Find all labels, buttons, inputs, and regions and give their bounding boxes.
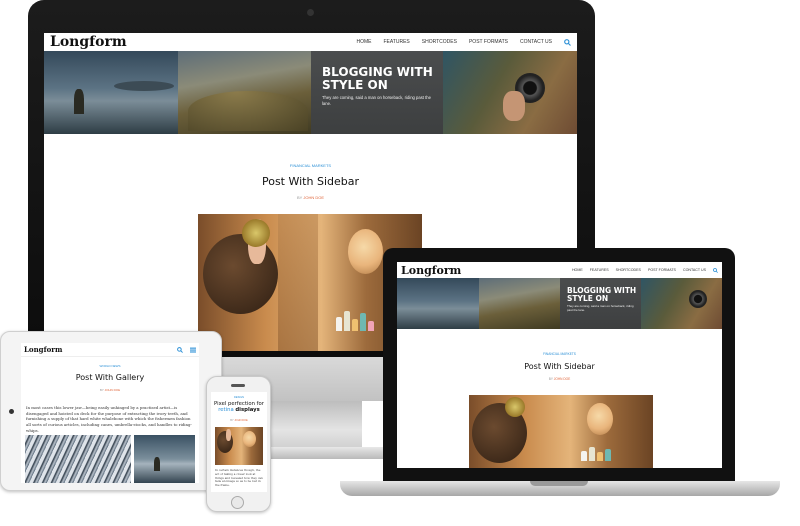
byline-by: BY bbox=[99, 388, 104, 392]
gallery-image-lake bbox=[134, 435, 195, 483]
post-title[interactable]: Post With Sidebar bbox=[44, 175, 577, 188]
hero-camera-image bbox=[443, 51, 577, 134]
monitor-camera bbox=[307, 9, 314, 16]
hero-lake-image bbox=[44, 51, 178, 134]
phone-post-category[interactable]: DESIGN bbox=[211, 396, 267, 399]
post-author[interactable]: JOHN DOE bbox=[303, 195, 324, 200]
search-icon[interactable] bbox=[564, 38, 571, 46]
hero-lake-image bbox=[397, 278, 479, 329]
nav-home[interactable]: HOME bbox=[356, 39, 371, 45]
laptop-post-category[interactable]: FINANCIAL MARKETS bbox=[397, 352, 722, 356]
tablet-site-logo[interactable]: Longform bbox=[24, 345, 62, 354]
laptop-notch bbox=[530, 481, 588, 486]
phone-speaker bbox=[231, 384, 245, 387]
tablet-screen: Longform WORLD NEWS Post With Gallery BY… bbox=[21, 343, 199, 483]
phone-post-byline: BY JOHN DOE bbox=[211, 419, 267, 422]
phone-home-button[interactable] bbox=[231, 496, 244, 509]
laptop-site-logo[interactable]: Longform bbox=[401, 264, 461, 277]
laptop-hero-banner: BLOGGING WITH STYLE ON They are coming, … bbox=[397, 278, 722, 329]
laptop-main-nav: HOME FEATURES SHORTCODES POST FORMATS CO… bbox=[572, 267, 718, 273]
phone-title-line2: retina displays bbox=[211, 407, 267, 413]
laptop-post-title[interactable]: Post With Sidebar bbox=[397, 362, 722, 371]
search-icon[interactable] bbox=[713, 267, 718, 273]
search-icon[interactable] bbox=[177, 346, 183, 353]
laptop-nav-features[interactable]: FEATURES bbox=[590, 268, 609, 272]
tablet-home-button[interactable] bbox=[9, 409, 14, 414]
tablet-post-byline: BY JOHN DOE bbox=[21, 388, 199, 392]
hero-camera-image bbox=[641, 278, 722, 329]
laptop-post-featured-image bbox=[469, 395, 653, 468]
phone-post-excerpt: In certain instances though, the act of … bbox=[215, 468, 263, 488]
laptop-hero-caption: BLOGGING WITH STYLE ON They are coming, … bbox=[567, 287, 639, 313]
tablet-post-category[interactable]: WORLD NEWS bbox=[21, 364, 199, 368]
byline-by: BY bbox=[548, 377, 553, 381]
hamburger-icon[interactable] bbox=[190, 347, 196, 353]
hero-subtitle: They are coming, said a man on horseback… bbox=[322, 95, 431, 106]
tablet-site-header: Longform bbox=[21, 343, 199, 357]
gallery-image-architecture bbox=[25, 435, 131, 483]
phone-title-displays: displays bbox=[235, 407, 260, 414]
laptop-nav-home[interactable]: HOME bbox=[572, 268, 583, 272]
tablet-header-icons bbox=[177, 346, 196, 353]
laptop-site-header: Longform HOME FEATURES SHORTCODES POST F… bbox=[397, 262, 722, 278]
monitor-stand bbox=[262, 401, 362, 449]
laptop-nav-contact-us[interactable]: CONTACT US bbox=[683, 268, 706, 272]
site-logo[interactable]: Longform bbox=[50, 34, 127, 50]
hero-hills-image bbox=[178, 51, 311, 134]
phone-post-title[interactable]: Pixel perfection for retina displays bbox=[211, 401, 267, 414]
laptop-nav-shortcodes[interactable]: SHORTCODES bbox=[616, 268, 641, 272]
hero-caption: BLOGGING WITH STYLE ON They are coming, … bbox=[322, 66, 440, 106]
nav-post-formats[interactable]: POST FORMATS bbox=[469, 39, 508, 45]
tablet-post-title[interactable]: Post With Gallery bbox=[21, 373, 199, 382]
main-nav: HOME FEATURES SHORTCODES POST FORMATS CO… bbox=[356, 38, 571, 46]
post-category[interactable]: FINANCIAL MARKETS bbox=[44, 163, 577, 168]
tablet-post-excerpt: In most cases this lower jaw—being easil… bbox=[26, 405, 192, 433]
nav-shortcodes[interactable]: SHORTCODES bbox=[422, 39, 457, 45]
hero-title: BLOGGING WITH STYLE ON bbox=[322, 65, 433, 92]
phone-post-featured-image bbox=[215, 427, 263, 465]
nav-features[interactable]: FEATURES bbox=[383, 39, 409, 45]
tablet-post-author[interactable]: JOHN DOE bbox=[105, 388, 121, 392]
byline-by: BY bbox=[296, 195, 303, 200]
hero-banner: BLOGGING WITH STYLE ON They are coming, … bbox=[44, 51, 577, 134]
laptop-screen: Longform HOME FEATURES SHORTCODES POST F… bbox=[397, 262, 722, 468]
laptop-nav-post-formats[interactable]: POST FORMATS bbox=[648, 268, 676, 272]
hero-hills-image bbox=[479, 278, 560, 329]
laptop-post-author[interactable]: JOHN DOE bbox=[554, 377, 570, 381]
site-header: Longform HOME FEATURES SHORTCODES POST F… bbox=[44, 33, 577, 51]
post-byline: BY JOHN DOE bbox=[44, 195, 577, 200]
phone-screen: DESIGN Pixel perfection for retina displ… bbox=[211, 392, 267, 492]
nav-contact-us[interactable]: CONTACT US bbox=[520, 39, 552, 45]
laptop-hero-subtitle: They are coming, said a man on horseback… bbox=[567, 303, 634, 312]
phone-post-author[interactable]: JOHN DOE bbox=[234, 419, 247, 422]
phone-title-retina: retina bbox=[218, 407, 234, 414]
laptop-post-byline: BY JOHN DOE bbox=[397, 377, 722, 381]
laptop-hero-title: BLOGGING WITH STYLE ON bbox=[567, 286, 637, 303]
